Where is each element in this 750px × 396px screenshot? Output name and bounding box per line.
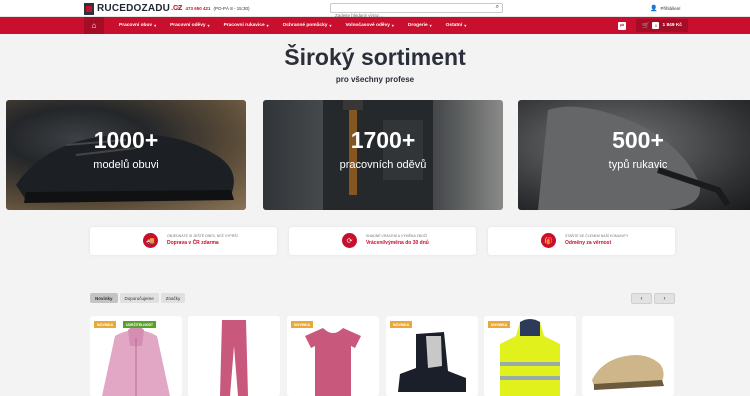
- tile-overlay: [518, 100, 750, 210]
- chevron-down-icon: ▾: [429, 23, 432, 28]
- benefit-title: Odměny za věrnost: [565, 240, 612, 246]
- product-card[interactable]: [188, 316, 280, 396]
- badge-new: NOVINKA: [488, 321, 511, 328]
- tile-overlay: [6, 100, 246, 210]
- tile-gloves[interactable]: 500+ typů rukavic: [518, 100, 750, 210]
- chevron-left-icon: ‹: [640, 295, 643, 302]
- logo-text: RUCEDOZADU: [97, 3, 171, 14]
- compare-icon: ⇄: [619, 22, 625, 29]
- gift-icon: 🎁: [541, 233, 556, 248]
- product-image: [398, 332, 466, 392]
- product-image: [500, 319, 560, 396]
- nav-item-pracovni-odevy[interactable]: Pracovní oděvy ▾: [163, 17, 216, 34]
- login-label: Přihlášení: [660, 6, 681, 11]
- badge-new: NOVINKA: [291, 321, 314, 328]
- tile-label: modelů obuvi: [93, 159, 159, 171]
- nav-label: Ostatní: [445, 23, 463, 28]
- product-image: [220, 320, 248, 396]
- nav-label: Pracovní obuv: [119, 23, 153, 28]
- nav-label: Volnočasové oděvy: [345, 23, 390, 28]
- cart-icon: 🛒: [642, 23, 650, 29]
- chevron-down-icon: ▾: [391, 23, 394, 28]
- logo-mark-icon: [84, 2, 94, 15]
- cart-total: 1 849 Kč: [662, 23, 682, 28]
- phone-number: 473 650 421: [185, 6, 211, 11]
- tile-number: 1700+: [350, 127, 416, 153]
- tile-label: pracovních oděvů: [339, 159, 427, 171]
- refresh-icon: ⟳: [342, 233, 357, 248]
- product-image: [102, 326, 170, 396]
- nav-label: Drogerie: [407, 23, 428, 28]
- nav-item-drogerie[interactable]: Drogerie ▾: [401, 17, 439, 34]
- nav-label: Pracovní rukavice: [223, 23, 265, 28]
- nav-item-pracovni-obuv[interactable]: Pracovní obuv ▾: [112, 17, 163, 34]
- tab-znacky[interactable]: Značky: [160, 293, 186, 303]
- tab-doporucujeme[interactable]: Doporučujeme: [119, 293, 159, 303]
- hero-title: Široký sortiment: [284, 44, 466, 70]
- nav-label: Pracovní oděvy: [170, 23, 206, 28]
- truck-icon: 🚚: [143, 233, 158, 248]
- search-box: ⌕: [330, 3, 503, 20]
- nav-label: Ochranné pomůcky: [282, 23, 328, 28]
- product-card[interactable]: NOVINKA UDRŽITELNOST: [90, 316, 182, 396]
- product-card[interactable]: NOVINKA: [386, 316, 478, 396]
- home-button[interactable]: ⌂: [84, 17, 104, 34]
- product-tabs: Novinky Doporučujeme Značky: [90, 293, 186, 303]
- search-icon[interactable]: ⌕: [496, 4, 499, 11]
- nav-item-volnocasove-odevy[interactable]: Volnočasové oděvy ▾: [338, 17, 400, 34]
- cart-button[interactable]: 🛒 0 1 849 Kč: [636, 19, 688, 32]
- carousel-controls: ‹ ›: [631, 293, 675, 304]
- compare-button[interactable]: ⇄: [618, 21, 626, 30]
- nav-item-ochranne-pomucky[interactable]: Ochranné pomůcky ▾: [276, 17, 339, 34]
- main-nav: ⌂ Pracovní obuv ▾ Pracovní oděvy ▾ Pracovn…: [0, 17, 750, 34]
- product-card[interactable]: NOVINKA: [484, 316, 576, 396]
- badge-eco: UDRŽITELNOST: [123, 321, 157, 328]
- tile-label: typů rukavic: [608, 159, 668, 171]
- chevron-down-icon: ▾: [154, 23, 157, 28]
- product-card[interactable]: NOVINKA: [287, 316, 379, 396]
- phone-contact[interactable]: ☏ 473 650 421 (PO-PÁ 8 - 15:30): [175, 5, 250, 12]
- login-link[interactable]: 👤 Přihlášení: [650, 5, 681, 12]
- product-card[interactable]: [582, 316, 674, 396]
- hero-subtitle: pro všechny profese: [335, 75, 415, 84]
- next-button[interactable]: ›: [654, 293, 675, 304]
- benefit-caption: Snadné vrácení a výměna zboží: [366, 234, 427, 238]
- benefit-returns[interactable]: ⟳ Snadné vrácení a výměna zboží Vrácení/…: [289, 227, 476, 255]
- product-image: [305, 328, 361, 396]
- home-icon: ⌂: [91, 21, 97, 30]
- badge-new: NOVINKA: [94, 321, 117, 328]
- tile-number: 500+: [612, 127, 664, 153]
- user-icon: 👤: [650, 6, 658, 12]
- nav-right-tools: ⇄ 🛒 0 1 849 Kč: [618, 17, 688, 34]
- benefit-title: Doprava v ČR zdarma: [167, 240, 219, 246]
- benefit-loyalty[interactable]: 🎁 Staňte se členem naší komunity Odměny …: [488, 227, 675, 255]
- benefit-shipping[interactable]: 🚚 Objednáte si ještě dnes, než vyprší Do…: [90, 227, 277, 255]
- chevron-down-icon: ▾: [207, 23, 210, 28]
- benefit-caption: Staňte se členem naší komunity: [565, 234, 629, 238]
- prev-button[interactable]: ‹: [631, 293, 652, 304]
- chevron-down-icon: ▾: [266, 23, 269, 28]
- chevron-down-icon: ▾: [464, 23, 467, 28]
- site-logo[interactable]: RUCEDOZADU .CZ: [84, 2, 182, 15]
- tile-shoes[interactable]: 1000+ modelů obuvi: [6, 100, 246, 210]
- chevron-right-icon: ›: [663, 295, 666, 302]
- chevron-down-icon: ▾: [329, 23, 332, 28]
- nav-item-pracovni-rukavice[interactable]: Pracovní rukavice ▾: [217, 17, 276, 34]
- phone-hours: (PO-PÁ 8 - 15:30): [213, 6, 250, 11]
- benefit-title: Vrácení/výměna do 30 dnů: [366, 240, 429, 246]
- top-bar: RUCEDOZADU .CZ ☏ 473 650 421 (PO-PÁ 8 - …: [0, 0, 750, 20]
- product-image: [592, 355, 664, 390]
- tile-clothes[interactable]: 1700+ pracovních oděvů: [263, 100, 503, 210]
- tile-number: 1000+: [93, 127, 159, 153]
- nav-item-ostatni[interactable]: Ostatní ▾: [439, 17, 474, 34]
- phone-icon: ☏: [175, 6, 183, 12]
- badge-new: NOVINKA: [390, 321, 413, 328]
- cart-count: 0: [652, 22, 660, 29]
- benefit-caption: Objednáte si ještě dnes, než vyprší: [167, 234, 238, 238]
- tile-overlay: [263, 100, 503, 210]
- tab-novinky[interactable]: Novinky: [90, 293, 118, 303]
